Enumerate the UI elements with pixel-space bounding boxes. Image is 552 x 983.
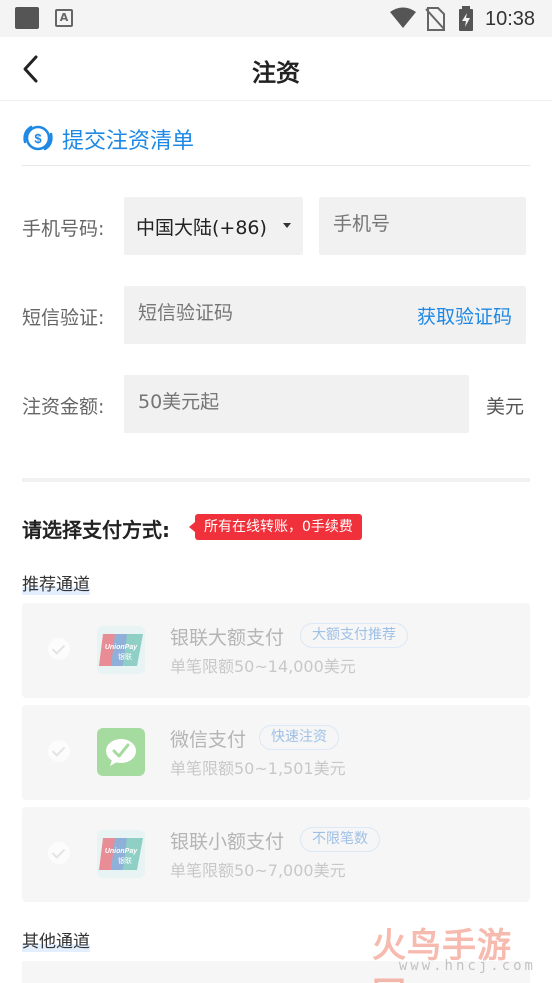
channel-name: 银联大额支付: [170, 627, 285, 649]
submit-funding-list-link[interactable]: $ 提交注资清单: [22, 112, 530, 166]
recommended-channels-text: 推荐通道: [22, 575, 90, 595]
amount-input[interactable]: [138, 391, 378, 413]
wifi-icon: [390, 7, 416, 28]
radio-check-icon[interactable]: [48, 740, 70, 762]
fee-badge: 所有在线转账，0手续费: [189, 514, 362, 540]
radio-check-icon[interactable]: [48, 842, 70, 864]
sms-field-box: 获取验证码: [124, 286, 526, 344]
caret-down-icon: [283, 223, 291, 228]
radio-check-icon[interactable]: [48, 638, 70, 660]
get-code-button[interactable]: 获取验证码: [417, 302, 512, 329]
clock: 10:38: [485, 8, 536, 30]
channel-limit: 单笔限额50~14,000美元: [170, 657, 356, 676]
unionpay-icon: UnionPay 银联: [97, 830, 145, 878]
channel-unionpay-small[interactable]: UnionPay 银联 银联小额支付 不限笔数 单笔限额50~7,000美元: [22, 807, 530, 902]
phone-label: 手机号码:: [22, 218, 105, 240]
site-watermark: 火鸟手游网 www.hncj.com: [372, 918, 548, 983]
nav-bar: 注资: [0, 37, 552, 101]
amount-field-box: [124, 375, 469, 433]
svg-text:UnionPay: UnionPay: [105, 848, 138, 855]
other-channels-label: 其他通道: [22, 927, 90, 952]
submit-funding-list-label: 提交注资清单: [62, 129, 195, 154]
other-channels-text: 其他通道: [22, 932, 90, 952]
payment-method-title: 请选择支付方式:: [22, 518, 170, 542]
unionpay-icon: UnionPay 银联: [97, 626, 145, 674]
dollar-coin-icon: $: [23, 125, 53, 151]
wechat-pay-icon: [97, 728, 145, 776]
channel-wechat-pay[interactable]: 微信支付 快速注资 单笔限额50~1,501美元: [22, 705, 530, 800]
sms-label: 短信验证:: [22, 307, 105, 329]
channel-limit: 单笔限额50~7,000美元: [170, 861, 346, 880]
svg-text:银联: 银联: [118, 856, 132, 865]
channel-name: 微信支付: [170, 729, 247, 751]
status-bar: A 10:38: [0, 0, 552, 37]
watermark-url: www.hncj.com: [398, 958, 536, 974]
section-divider: [22, 478, 530, 482]
svg-text:UnionPay: UnionPay: [105, 644, 138, 651]
no-sim-icon: [425, 7, 445, 31]
svg-text:$: $: [34, 131, 42, 146]
amount-label: 注资金额:: [22, 396, 105, 418]
channel-name: 银联小额支付: [170, 831, 285, 853]
recommended-channels-label: 推荐通道: [22, 570, 90, 595]
channel-limit: 单笔限额50~1,501美元: [170, 759, 346, 778]
amount-unit: 美元: [486, 396, 525, 418]
sms-code-input[interactable]: [138, 302, 378, 324]
channel-tag: 快速注资: [259, 725, 339, 750]
notification-square-icon: [15, 7, 39, 29]
battery-charging-icon: [459, 6, 473, 31]
country-code-value: 中国大陆(+86): [136, 217, 267, 239]
page-title: 注资: [252, 59, 300, 87]
phone-input[interactable]: [333, 213, 513, 235]
text-notification-icon: A: [55, 9, 73, 27]
channel-tag: 大额支付推荐: [300, 623, 408, 648]
channel-tag: 不限笔数: [300, 827, 380, 852]
channel-unionpay-large[interactable]: UnionPay 银联 银联大额支付 大额支付推荐 单笔限额50~14,000美…: [22, 603, 530, 698]
phone-field-box: [319, 197, 526, 255]
country-code-select[interactable]: 中国大陆(+86): [124, 197, 303, 255]
svg-text:银联: 银联: [118, 652, 132, 661]
